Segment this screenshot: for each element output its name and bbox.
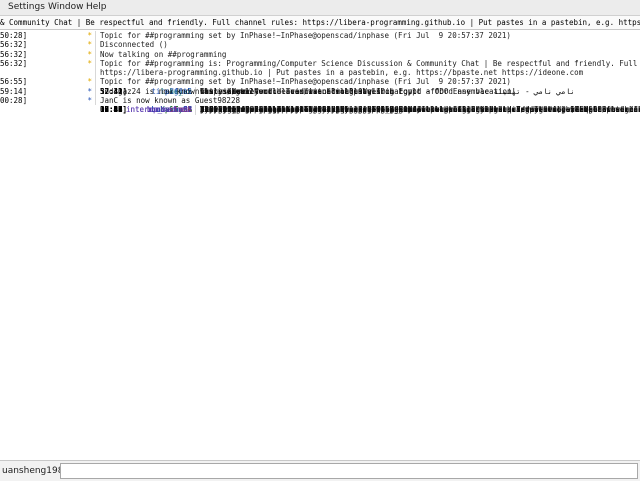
- message-text: Topic for ##programming is: Programming/…: [100, 58, 638, 68]
- nick[interactable]: *: [26, 77, 92, 86]
- chat-line: 56:32] * Now talking on ##programming: [0, 49, 640, 59]
- timestamp: 00:28]: [0, 96, 26, 106]
- input-bar: uansheng1982: [0, 460, 640, 481]
- nick[interactable]: *: [26, 40, 92, 49]
- nick[interactable]: *: [26, 59, 92, 68]
- menu-bar: Settings Window Help: [0, 0, 640, 16]
- message-text: indigaz24 is now known as indigaz2: [100, 86, 254, 96]
- message-text: Topic for ##programming set by InPhase!~…: [100, 31, 511, 40]
- nick[interactable]: interop_madness: [126, 105, 192, 114]
- nick[interactable]: *: [26, 31, 92, 40]
- separator: [95, 68, 96, 78]
- message-text: https://libera-programming.github.io | P…: [100, 68, 584, 78]
- separator: [95, 31, 96, 41]
- chat-line: https://libera-programming.github.io | P…: [0, 68, 640, 78]
- timestamp: 11:21]: [100, 105, 126, 115]
- nick[interactable]: *: [26, 87, 92, 96]
- chat-log[interactable]: 50:28] * Topic for ##programming set by In…: [0, 31, 640, 457]
- chat-line: 56:32] * Topic for ##programming is: Progr…: [0, 58, 640, 69]
- timestamp: 56:32]: [0, 58, 26, 68]
- chat-line: 56:55] * Topic for ##programming set by In…: [0, 77, 640, 87]
- channel-topic[interactable]: & Community Chat | Be respectful and fri…: [0, 16, 640, 30]
- separator: [95, 49, 96, 59]
- separator: [195, 105, 196, 115]
- timestamp: 56:32]: [0, 49, 26, 59]
- separator: [95, 40, 96, 50]
- timestamp: 59:14]: [0, 86, 26, 96]
- menu-help[interactable]: Help: [86, 2, 107, 12]
- chat-line: 00:28] * JanC is now known as Guest98228: [0, 96, 640, 106]
- separator: [95, 58, 96, 69]
- message-text: There was this Japanese audiophile guy w…: [200, 105, 508, 115]
- timestamp: 56:32]: [0, 40, 26, 50]
- message-text: Disconnected (): [100, 40, 168, 50]
- message-text: JanC is now known as Guest98228: [100, 96, 240, 106]
- message-text: Now talking on ##programming: [100, 49, 227, 59]
- nick[interactable]: *: [26, 50, 92, 59]
- nick[interactable]: *: [26, 96, 92, 105]
- menu-settings[interactable]: Settings: [8, 2, 45, 12]
- separator: [95, 77, 96, 87]
- menu-window[interactable]: Window: [48, 2, 84, 12]
- chat-line: 59:14] * indigaz24 is now known as indigaz…: [0, 86, 640, 97]
- message-text: Topic for ##programming set by InPhase!~…: [100, 77, 511, 87]
- chat-line: 11:21] interop_madness There was this Japa…: [100, 105, 640, 115]
- chat-line: 50:28] * Topic for ##programming set by In…: [0, 31, 640, 41]
- timestamp: 56:55]: [0, 77, 26, 87]
- separator: [95, 86, 96, 97]
- message-input[interactable]: [60, 463, 638, 479]
- chat-line: 56:32] * Disconnected (): [0, 40, 640, 50]
- separator: [95, 96, 96, 106]
- timestamp: 50:28]: [0, 31, 26, 40]
